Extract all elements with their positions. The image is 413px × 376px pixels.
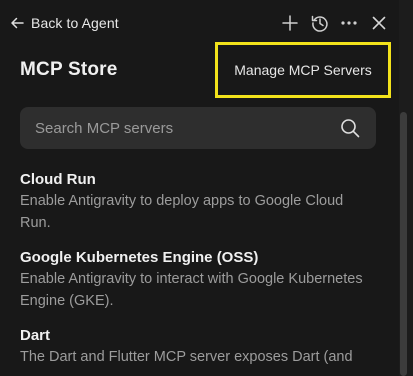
more-icon [341, 21, 357, 25]
list-item-dart[interactable]: Dart The Dart and Flutter MCP server exp… [20, 326, 380, 368]
new-button[interactable] [279, 12, 301, 34]
history-button[interactable] [309, 12, 331, 34]
page-title: MCP Store [20, 59, 118, 80]
server-name: Cloud Run [20, 171, 96, 188]
server-description-line: Enable Antigravity to interact with Goog… [20, 271, 363, 287]
more-button[interactable] [338, 12, 360, 34]
plus-icon [282, 15, 298, 31]
scrollbar-thumb[interactable] [400, 112, 407, 376]
back-to-agent-label: Back to Agent [31, 15, 119, 31]
arrow-left-icon [10, 16, 24, 30]
server-description-line: Enable Antigravity to deploy apps to Goo… [20, 193, 344, 209]
server-description-line: Engine (GKE). [20, 293, 114, 309]
close-icon [372, 16, 386, 30]
back-to-agent-link[interactable]: Back to Agent [10, 13, 119, 33]
mcp-server-list: Cloud Run Enable Antigravity to deploy a… [20, 170, 380, 368]
manage-mcp-servers-button[interactable]: Manage MCP Servers [215, 42, 391, 98]
server-description-line: The Dart and Flutter MCP server exposes … [20, 349, 353, 365]
search-icon[interactable] [338, 116, 362, 140]
server-name: Google Kubernetes Engine (OSS) [20, 249, 259, 266]
search-box [20, 107, 376, 149]
server-name: Dart [20, 327, 51, 344]
history-icon [311, 14, 329, 32]
server-description-line: Run. [20, 215, 51, 231]
top-bar: Back to Agent [0, 0, 413, 46]
mcp-store-panel: Back to Agent MCP Store Manage MCP Serve… [0, 0, 413, 376]
close-button[interactable] [368, 12, 390, 34]
search-input[interactable] [20, 107, 338, 149]
list-item-gke[interactable]: Google Kubernetes Engine (OSS) Enable An… [20, 248, 380, 312]
list-item-cloud-run[interactable]: Cloud Run Enable Antigravity to deploy a… [20, 170, 380, 234]
